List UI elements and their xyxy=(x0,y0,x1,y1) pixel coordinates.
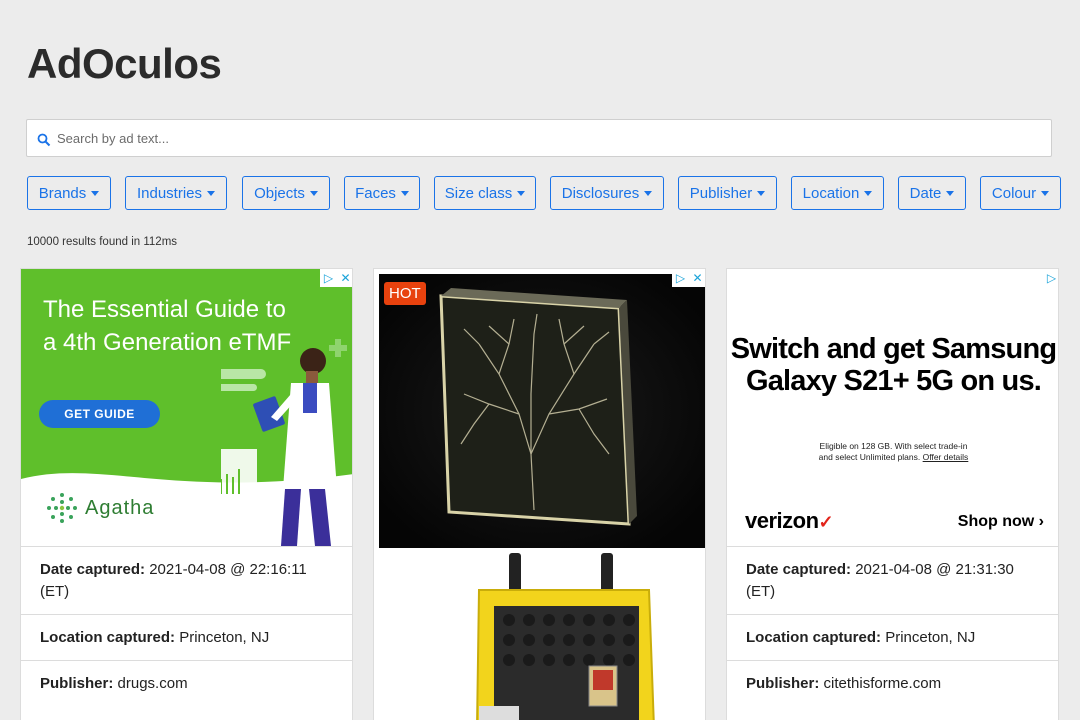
product-image[interactable] xyxy=(379,548,705,720)
adchoices-badge[interactable]: ▷ ✕ xyxy=(672,269,705,287)
caret-down-icon xyxy=(757,190,766,196)
cta-text: Shop now xyxy=(957,513,1035,530)
yellow-case-image xyxy=(476,553,655,720)
filter-location-dropdown[interactable]: Location xyxy=(791,176,884,210)
ad-headline: Switch and get Samsung Galaxy S21+ 5G on… xyxy=(730,333,1057,397)
ad-brand-name: Agatha xyxy=(85,497,155,519)
ad-card[interactable]: Switch and get Samsung Galaxy S21+ 5G on… xyxy=(726,268,1059,720)
adchoices-badge[interactable]: ▷ ✕ xyxy=(320,269,352,287)
filter-bar: Brands Industries Objects Faces Size cla… xyxy=(27,176,1067,211)
field-value: Princeton, NJ xyxy=(885,629,976,646)
ad-card[interactable]: The Essential Guide to a 4th Generation … xyxy=(20,268,353,720)
brand-text: verizon xyxy=(745,508,819,533)
caret-down-icon xyxy=(207,190,216,196)
filter-label: Objects xyxy=(254,184,305,202)
filter-size-class-dropdown[interactable]: Size class xyxy=(434,176,536,210)
filter-label: Date xyxy=(909,184,942,202)
filter-faces-dropdown[interactable]: Faces xyxy=(344,176,420,210)
filter-label: Brands xyxy=(38,184,87,202)
filter-label: Disclosures xyxy=(561,184,640,202)
adchoices-badge[interactable]: ▷ xyxy=(1043,269,1058,287)
page-title: AdOculos xyxy=(27,40,222,87)
filter-label: Colour xyxy=(991,184,1037,202)
close-icon[interactable]: ✕ xyxy=(337,269,352,287)
field-label: Location captured: xyxy=(746,629,882,646)
fine-print-text: and select Unlimited plans. xyxy=(818,452,921,462)
ad-image[interactable]: Switch and get Samsung Galaxy S21+ 5G on… xyxy=(727,269,1058,546)
field-value: citethisforme.com xyxy=(823,675,942,692)
ad-cta-link[interactable]: Shop now › xyxy=(958,513,1044,531)
ad-image[interactable]: The Essential Guide to a 4th Generation … xyxy=(21,269,352,546)
search-input[interactable] xyxy=(57,120,1037,156)
ad-image[interactable]: HOT xyxy=(379,274,705,548)
scientist-illustration xyxy=(221,339,347,546)
fine-print-line: Eligible on 128 GB. With select trade-in xyxy=(819,441,968,451)
field-label: Date captured: xyxy=(40,561,146,578)
filter-label: Faces xyxy=(355,184,396,202)
date-captured-row: Date captured: 2021-04-08 @ 21:31:30 (ET… xyxy=(727,546,1058,614)
ad-card[interactable]: HOT ▷ ✕ xyxy=(373,268,706,720)
adchoices-icon[interactable]: ▷ xyxy=(1043,269,1058,287)
search-bar[interactable] xyxy=(26,119,1052,157)
field-label: Location captured: xyxy=(40,629,176,646)
field-label: Publisher: xyxy=(746,675,820,692)
filter-objects-dropdown[interactable]: Objects xyxy=(242,176,330,210)
lichtenberg-acrylic-block-image xyxy=(379,274,705,548)
close-icon[interactable]: ✕ xyxy=(689,269,705,287)
filter-label: Location xyxy=(802,184,860,202)
ad-cta-button[interactable]: GET GUIDE xyxy=(39,400,160,428)
checkmark-icon: ✓ xyxy=(818,512,834,532)
agatha-logo-icon xyxy=(47,493,77,523)
ad-fine-print: Eligible on 128 GB. With select trade-in… xyxy=(727,441,1058,463)
filter-publisher-dropdown[interactable]: Publisher xyxy=(678,176,777,210)
filter-industries-dropdown[interactable]: Industries xyxy=(125,176,227,210)
filter-colour-dropdown[interactable]: Colour xyxy=(980,176,1061,210)
publisher-row: Publisher: citethisforme.com xyxy=(727,660,1058,706)
ad-metadata: Date captured: 2021-04-08 @ 21:31:30 (ET… xyxy=(727,546,1058,706)
caret-down-icon xyxy=(517,190,526,196)
field-label: Date captured: xyxy=(746,561,852,578)
ad-metadata: Date captured: 2021-04-08 @ 22:16:11 (ET… xyxy=(21,546,352,706)
field-value: Princeton, NJ xyxy=(179,629,270,646)
filter-brands-dropdown[interactable]: Brands xyxy=(27,176,111,210)
field-value: drugs.com xyxy=(117,675,188,692)
date-captured-row: Date captured: 2021-04-08 @ 22:16:11 (ET… xyxy=(21,546,352,614)
caret-down-icon xyxy=(946,190,955,196)
filter-date-dropdown[interactable]: Date xyxy=(898,176,966,210)
results-count: 10000 results found in 112ms xyxy=(27,236,178,248)
filter-label: Size class xyxy=(444,184,513,202)
fine-print-line: and select Unlimited plans. Offer detail… xyxy=(727,452,1058,463)
location-captured-row: Location captured: Princeton, NJ xyxy=(727,614,1058,660)
publisher-row: Publisher: drugs.com xyxy=(21,660,352,706)
caret-down-icon xyxy=(864,190,873,196)
filter-label: Publisher xyxy=(689,184,753,202)
caret-down-icon xyxy=(400,190,409,196)
location-captured-row: Location captured: Princeton, NJ xyxy=(21,614,352,660)
adchoices-icon[interactable]: ▷ xyxy=(672,269,689,287)
offer-details-link[interactable]: Offer details xyxy=(923,452,969,462)
caret-down-icon xyxy=(1041,190,1050,196)
ad-brand-name: verizon✓ xyxy=(745,508,834,534)
chevron-right-icon: › xyxy=(1038,513,1044,530)
adchoices-icon[interactable]: ▷ xyxy=(320,269,337,287)
hot-badge: HOT xyxy=(384,282,426,305)
field-label: Publisher: xyxy=(40,675,114,692)
caret-down-icon xyxy=(644,190,653,196)
search-icon xyxy=(37,133,51,147)
filter-label: Industries xyxy=(136,184,203,202)
caret-down-icon xyxy=(309,190,318,196)
caret-down-icon xyxy=(91,190,100,196)
filter-disclosures-dropdown[interactable]: Disclosures xyxy=(550,176,664,210)
